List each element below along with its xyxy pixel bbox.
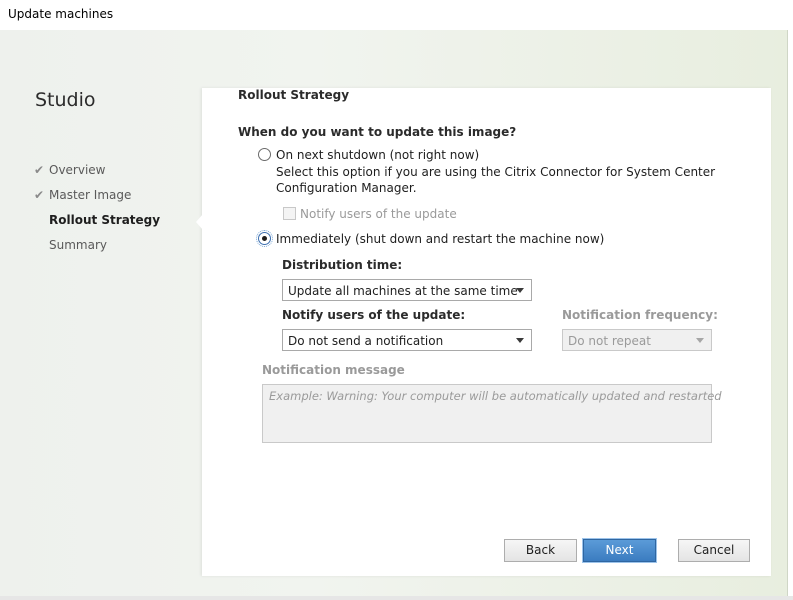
notify-users-label: Notify users of the update:: [282, 308, 466, 322]
notification-message-label: Notification message: [262, 363, 405, 377]
cancel-button[interactable]: Cancel: [678, 539, 750, 562]
sidebar-item-label: Rollout Strategy: [49, 213, 161, 227]
sidebar-item-label: Overview: [49, 163, 106, 177]
sidebar-item-rollout-strategy[interactable]: Rollout Strategy: [34, 213, 160, 227]
chevron-down-icon: [696, 338, 704, 343]
sidebar-item-label: Summary: [49, 238, 107, 252]
back-button[interactable]: Back: [504, 539, 577, 562]
title-bar: Update machines: [0, 0, 793, 30]
distribution-time-value: Update all machines at the same time: [288, 284, 518, 298]
immediately-radio[interactable]: [256, 230, 273, 247]
chevron-down-icon: [516, 288, 524, 293]
checkmark-icon: ✔: [34, 163, 45, 177]
notify-users-value: Do not send a notification: [288, 334, 444, 348]
shutdown-radio-label[interactable]: On next shutdown (not right now): [276, 148, 479, 162]
sidebar-item-label: Master Image: [49, 188, 132, 202]
distribution-time-label: Distribution time:: [282, 258, 403, 272]
radio-selected-dot: [262, 236, 267, 241]
sidebar-item-summary[interactable]: Summary: [34, 238, 107, 252]
taskbar-edge: [0, 596, 793, 600]
chevron-down-icon: [516, 338, 524, 343]
sidebar-item-overview[interactable]: ✔ Overview: [34, 163, 106, 177]
notification-frequency-select: Do not repeat: [562, 329, 712, 351]
distribution-time-select[interactable]: Update all machines at the same time: [282, 279, 532, 301]
notification-message-placeholder: Example: Warning: Your computer will be …: [269, 389, 722, 403]
immediately-radio-label[interactable]: Immediately (shut down and restart the m…: [276, 232, 604, 246]
notify-users-select[interactable]: Do not send a notification: [282, 329, 532, 351]
notify-users-checkbox-label: Notify users of the update: [300, 207, 457, 221]
checkmark-icon: ✔: [34, 188, 45, 202]
shutdown-description-line2: Configuration Manager.: [276, 181, 417, 195]
notify-users-checkbox[interactable]: [283, 207, 296, 220]
shutdown-radio[interactable]: [258, 148, 271, 161]
sidebar-item-master-image[interactable]: ✔ Master Image: [34, 188, 131, 202]
sidebar-heading: Studio: [35, 89, 96, 111]
next-button[interactable]: Next: [583, 539, 656, 562]
window-title: Update machines: [8, 7, 114, 21]
page-title: Rollout Strategy: [238, 88, 350, 102]
notification-message-textarea: Example: Warning: Your computer will be …: [262, 384, 722, 443]
shutdown-description-line1: Select this option if you are using the …: [276, 165, 716, 179]
active-step-pointer: [196, 214, 203, 230]
notification-frequency-label: Notification frequency:: [562, 308, 718, 322]
update-question: When do you want to update this image?: [238, 125, 517, 139]
notification-frequency-value: Do not repeat: [568, 334, 651, 348]
